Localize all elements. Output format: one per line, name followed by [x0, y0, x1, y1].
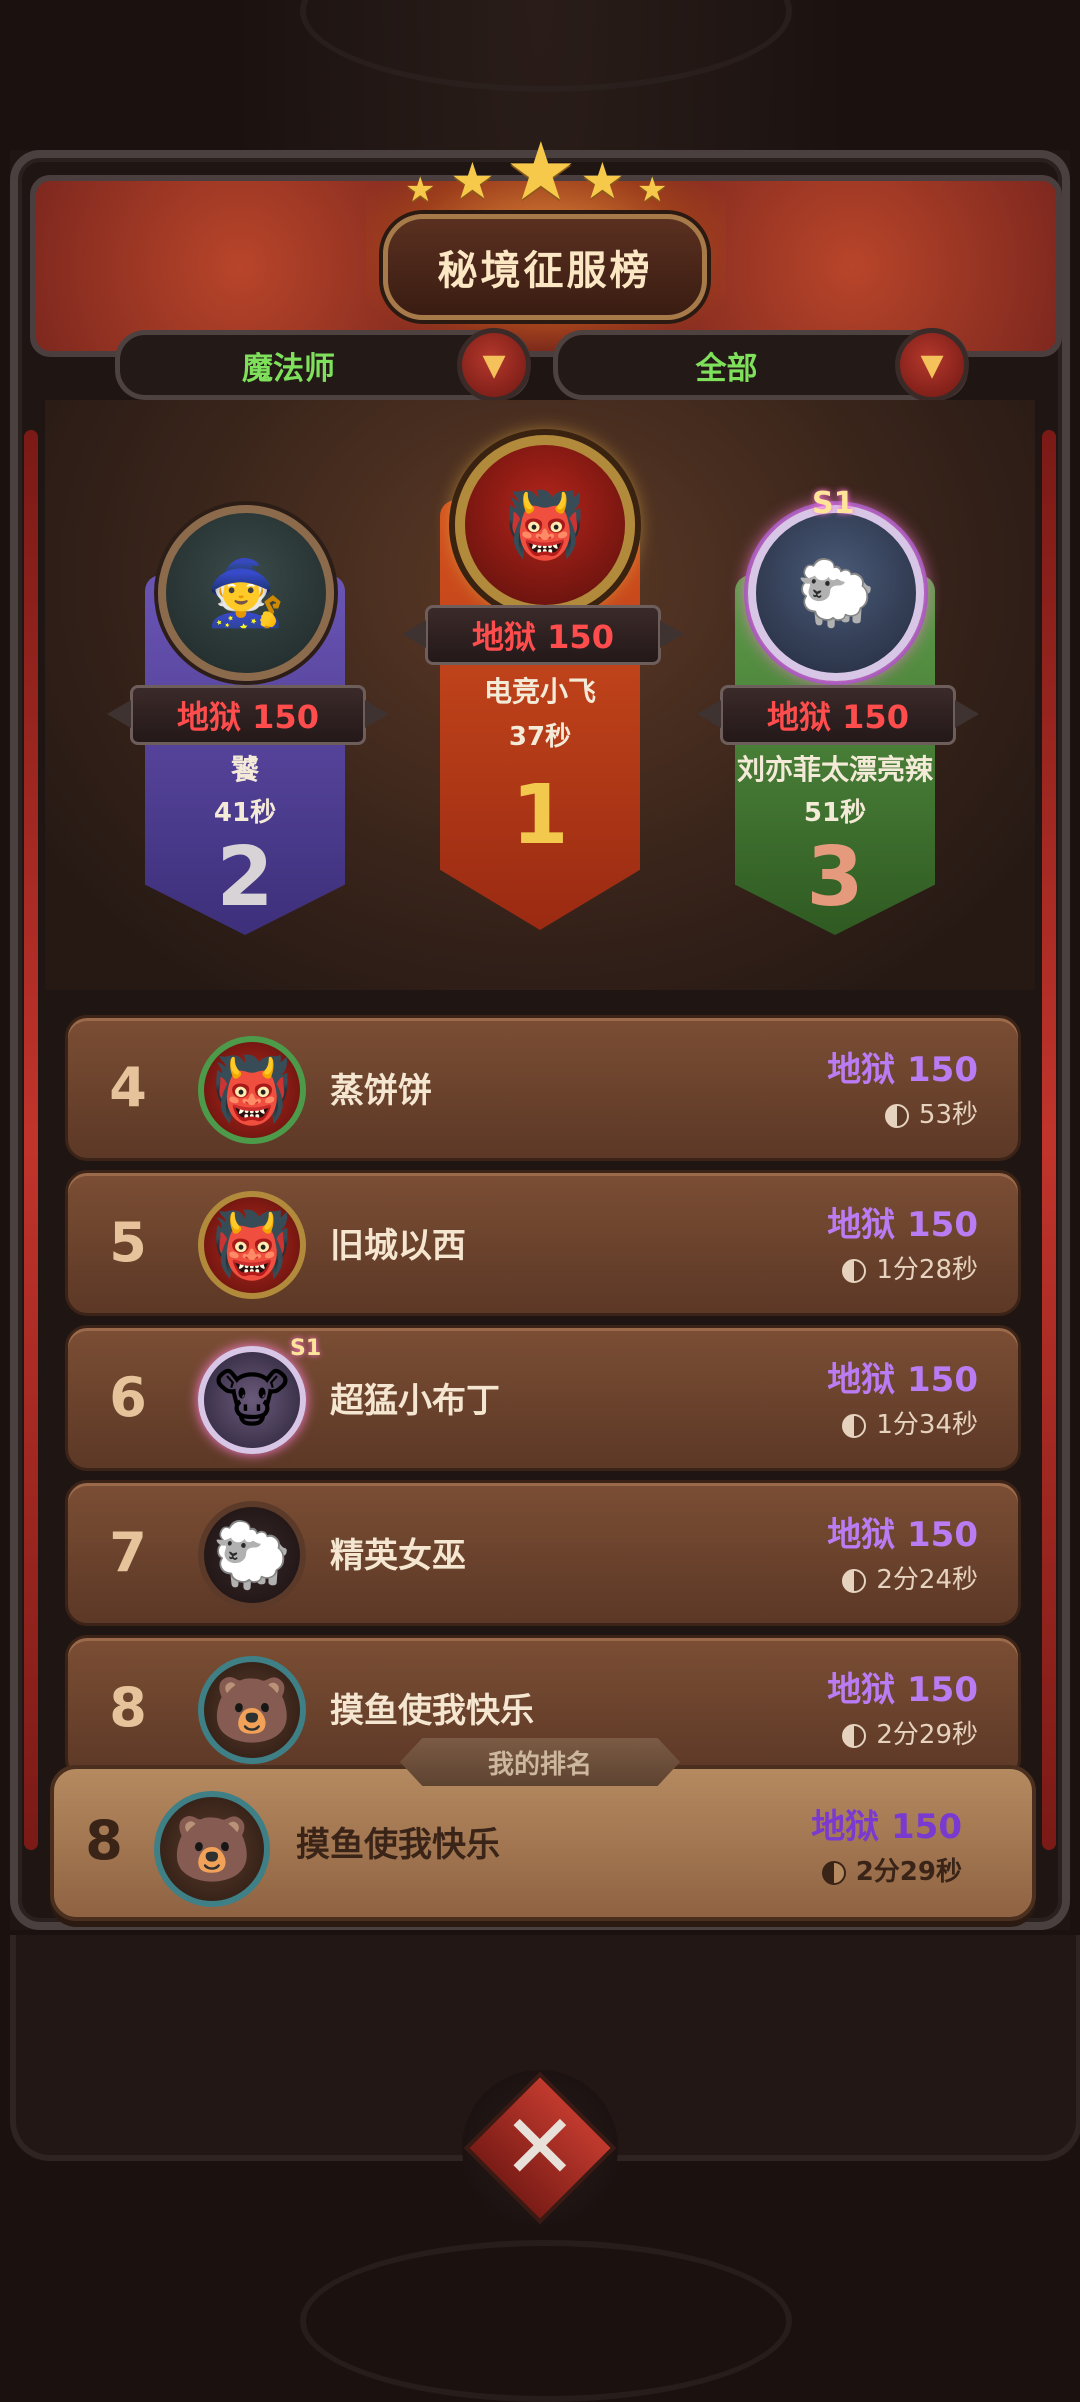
sheep-icon: 🐑	[212, 1518, 292, 1593]
my-rank-tag-label: 我的排名	[487, 1749, 592, 1780]
my-rank-number: 8	[85, 1809, 123, 1872]
star-icon: ★	[450, 152, 495, 210]
difficulty-plate-first: 地狱 150	[402, 605, 684, 665]
bear-icon: 🐻	[172, 1812, 252, 1887]
season-badge-third: S1	[812, 486, 855, 521]
player-time-first: 37秒	[508, 722, 572, 752]
cow-icon: 🐮	[214, 1363, 290, 1437]
avatar[interactable]: 🐮	[198, 1346, 306, 1454]
star-icon: ★	[405, 170, 436, 210]
player-time-third: 51秒	[803, 798, 867, 828]
row-time: 1分28秒	[842, 1249, 978, 1286]
title-plate: 秘境征服榜	[383, 214, 707, 320]
class-filter-label: 魔法师	[242, 350, 335, 387]
row-time: 53秒	[884, 1094, 978, 1131]
avatar[interactable]: 🐻	[198, 1656, 306, 1764]
rank-number-third: 3	[806, 830, 864, 925]
row-difficulty: 地狱 150	[827, 1670, 978, 1710]
leaderboard-row[interactable]: 7 🐑 精英女巫 地狱 150 2分24秒	[65, 1480, 1021, 1626]
row-difficulty: 地狱 150	[827, 1205, 978, 1245]
close-frame: ✕	[463, 2071, 617, 2225]
row-time-value: 2分29秒	[876, 1720, 978, 1750]
row-time-value: 53秒	[918, 1100, 978, 1130]
star-icon: ★	[505, 125, 577, 218]
row-player-name: 蒸饼饼	[330, 1071, 432, 1111]
my-player-name: 摸鱼使我快乐	[296, 1825, 500, 1865]
row-time: 2分29秒	[842, 1714, 978, 1751]
red-demon-icon: 👹	[212, 1208, 292, 1283]
row-time-value: 2分24秒	[876, 1565, 978, 1595]
clock-icon	[884, 1103, 909, 1128]
row-time-value: 1分28秒	[876, 1255, 978, 1285]
clock-icon	[842, 1568, 867, 1593]
close-button[interactable]: ✕	[462, 2070, 618, 2226]
difficulty-second: 地狱 150	[177, 698, 319, 736]
my-rank-row[interactable]: 8 🐻 摸鱼使我快乐 地狱 150 2分29秒	[50, 1765, 1036, 1921]
season-badge: S1	[290, 1336, 322, 1361]
rank-number-first: 1	[511, 768, 569, 863]
difficulty-plate-third: 地狱 150	[697, 685, 979, 745]
row-player-name: 超猛小布丁	[330, 1381, 500, 1421]
left-rail	[24, 430, 38, 1850]
row-difficulty: 地狱 150	[827, 1050, 978, 1090]
scope-filter-label: 全部	[695, 350, 758, 387]
avatar[interactable]: 👹	[198, 1036, 306, 1144]
avatar-third[interactable]: 🐑	[748, 505, 924, 681]
row-difficulty: 地狱 150	[827, 1360, 978, 1400]
row-rank: 8	[109, 1676, 147, 1739]
hooded-mage-icon: 🧙	[206, 556, 286, 631]
my-difficulty: 地狱 150	[811, 1807, 962, 1847]
avatar[interactable]: 🐑	[198, 1501, 306, 1609]
chevron-down-icon[interactable]: ▼	[895, 328, 969, 402]
my-time-value: 2分29秒	[855, 1857, 962, 1887]
clock-icon	[821, 1860, 846, 1885]
bottom-ornament	[300, 2240, 792, 2402]
avatar[interactable]: 👹	[198, 1191, 306, 1299]
right-rail	[1042, 430, 1056, 1850]
close-icon: ✕	[502, 2094, 578, 2200]
avatar-first[interactable]: 👹	[455, 435, 635, 615]
sheep-icon: 🐑	[796, 556, 876, 631]
row-rank: 7	[109, 1521, 147, 1584]
player-name-first: 电竞小飞	[483, 675, 596, 708]
row-rank: 4	[109, 1056, 147, 1119]
star-icon: ★	[580, 152, 625, 210]
my-rank-tag: 我的排名	[400, 1738, 680, 1786]
class-filter-dropdown[interactable]: 魔法师 ▼	[115, 328, 531, 402]
clock-icon	[842, 1723, 867, 1748]
row-player-name: 精英女巫	[330, 1536, 466, 1576]
my-time: 2分29秒	[821, 1851, 962, 1888]
star-icon: ★	[637, 170, 668, 210]
player-time-second: 41秒	[213, 798, 277, 828]
leaderboard-row[interactable]: 6 🐮 S1 超猛小布丁 地狱 150 1分34秒	[65, 1325, 1021, 1471]
row-time: 2分24秒	[842, 1559, 978, 1596]
avatar-second[interactable]: 🧙	[158, 505, 334, 681]
row-player-name: 旧城以西	[330, 1226, 466, 1266]
stars-decoration: ★ ★ ★ ★ ★	[405, 125, 675, 220]
clock-icon	[842, 1413, 867, 1438]
difficulty-first: 地狱 150	[472, 618, 614, 656]
scope-filter-dropdown[interactable]: 全部 ▼	[553, 328, 969, 402]
leaderboard-row[interactable]: 5 👹 旧城以西 地狱 150 1分28秒	[65, 1170, 1021, 1316]
red-demon-icon: 👹	[212, 1053, 292, 1128]
row-time: 1分34秒	[842, 1404, 978, 1441]
player-name-third: 刘亦菲太漂亮辣	[736, 753, 933, 786]
avatar[interactable]: 🐻	[154, 1791, 270, 1907]
leaderboard-row[interactable]: 4 👹 蒸饼饼 地狱 150 53秒	[65, 1015, 1021, 1161]
difficulty-third: 地狱 150	[767, 698, 909, 736]
difficulty-plate-second: 地狱 150	[107, 685, 389, 745]
row-rank: 6	[109, 1366, 147, 1429]
player-name-second: 饕	[230, 753, 259, 786]
row-difficulty: 地狱 150	[827, 1515, 978, 1555]
page-title: 秘境征服榜	[437, 248, 653, 294]
rank-number-second: 2	[216, 830, 274, 925]
red-demon-icon: 👹	[505, 488, 585, 563]
row-rank: 5	[109, 1211, 147, 1274]
row-time-value: 1分34秒	[876, 1410, 978, 1440]
clock-icon	[842, 1258, 867, 1283]
row-player-name: 摸鱼使我快乐	[330, 1691, 534, 1731]
bear-icon: 🐻	[212, 1673, 292, 1748]
chevron-down-icon[interactable]: ▼	[457, 328, 531, 402]
